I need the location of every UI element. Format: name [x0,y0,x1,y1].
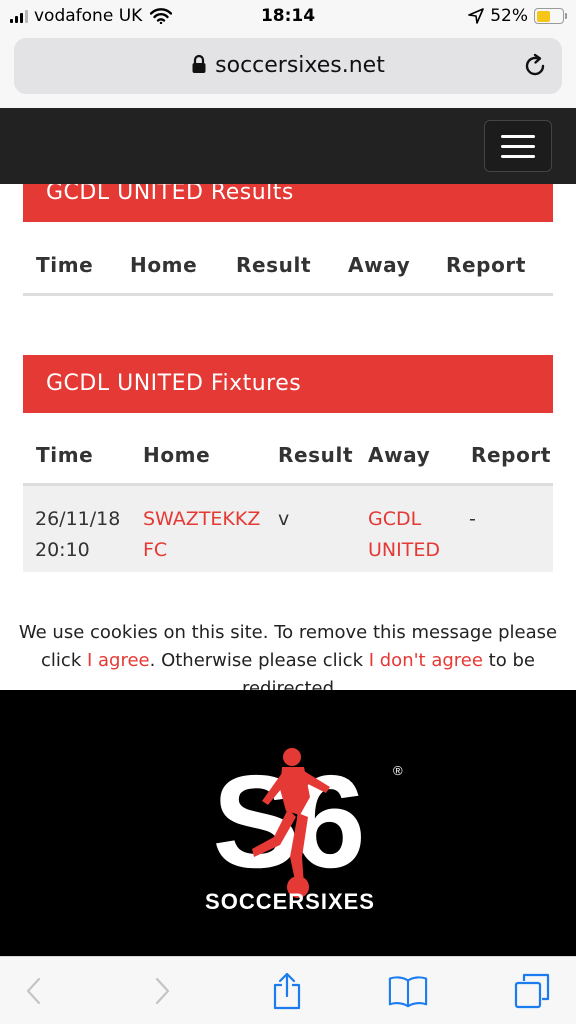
forward-button[interactable] [142,971,182,1011]
col-header-time: Time [36,443,94,467]
col-header-report: Report [471,443,552,467]
cookie-disagree-link[interactable]: I don't agree [369,650,483,671]
main-content: GCDL UNITED Results Time Home Result Awa… [0,184,576,690]
battery-percent: 52% [490,6,528,26]
hamburger-menu-icon[interactable] [484,120,552,172]
tabs-icon [514,973,550,1009]
registered-mark: ® [393,763,403,778]
results-header-row: Time Home Result Away Report [23,234,553,296]
share-button[interactable] [267,971,307,1011]
table-row: 26/11/18 20:10 SWAZTEKKZ FC v GCDL UNITE… [23,486,553,572]
share-icon [273,972,301,1010]
back-button[interactable] [14,971,54,1011]
fixtures-heading: GCDL UNITED Fixtures [23,355,553,413]
col-header-result: Result [278,443,354,467]
fixtures-table: Time Home Result Away Report 26/11/18 20… [23,424,553,572]
logo-wordmark: SOCCERSIXES [205,889,375,914]
away-team-link[interactable]: GCDL UNITED [368,504,458,566]
home-team-link[interactable]: SWAZTEKKZ FC [143,504,268,566]
location-arrow-icon [468,8,485,24]
site-navbar [0,108,576,184]
status-bar: vodafone UK 18:14 52% [0,0,576,34]
soccersixes-logo[interactable]: S6 ® SOCCERSIXES [170,745,410,915]
results-heading: GCDL UNITED Results [23,184,553,222]
fixture-report: - [469,508,476,530]
chevron-right-icon [155,977,170,1005]
status-right: 52% [468,6,567,26]
fixture-result: v [278,508,290,530]
reload-icon[interactable] [522,53,548,79]
cookie-text: . Otherwise please click [149,650,369,671]
battery-icon [534,8,567,24]
url-display[interactable]: soccersixes.net [14,53,562,78]
results-table: Time Home Result Away Report [23,234,553,296]
col-header-away: Away [348,253,411,277]
browser-address-area: soccersixes.net [0,34,576,108]
col-header-home: Home [143,443,211,467]
lock-icon [192,54,206,73]
chevron-left-icon [26,977,41,1005]
cookie-agree-link[interactable]: I agree [87,650,150,671]
book-icon [388,976,428,1008]
col-header-away: Away [368,443,431,467]
col-header-result: Result [236,253,312,277]
address-bar[interactable]: soccersixes.net [14,38,562,94]
site-footer: S6 ® SOCCERSIXES [0,690,576,956]
fixture-time: 26/11/18 20:10 [35,508,121,561]
fixtures-header-row: Time Home Result Away Report [23,424,553,486]
col-header-time: Time [36,253,94,277]
col-header-home: Home [130,253,198,277]
col-header-report: Report [446,253,527,277]
url-text: soccersixes.net [215,53,385,78]
browser-toolbar [0,956,576,1024]
tabs-button[interactable] [512,971,552,1011]
battery-fill [536,10,550,22]
bookmarks-button[interactable] [388,971,428,1011]
